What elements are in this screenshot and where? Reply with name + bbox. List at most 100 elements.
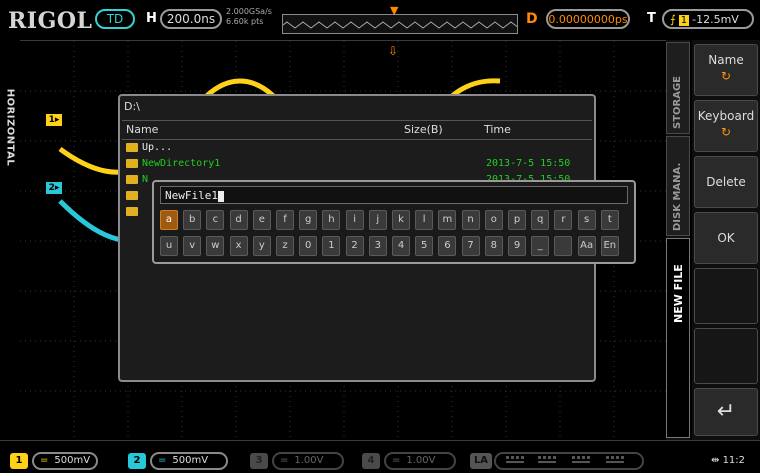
key-u[interactable]: u: [160, 236, 178, 256]
key-m[interactable]: m: [438, 210, 457, 230]
keyboard-softkey[interactable]: Keyboard ↻: [694, 100, 758, 152]
la-badge[interactable]: LA: [470, 453, 492, 469]
rotate-knob-icon: ↻: [720, 69, 732, 83]
key-blank[interactable]: [554, 236, 573, 256]
list-item[interactable]: NewDirectory1 2013-7-5 15:50: [126, 158, 592, 174]
key-j[interactable]: j: [368, 210, 387, 230]
tab-disk-manage[interactable]: DISK MANA.: [666, 136, 690, 236]
tab-disk-manage-label: DISK MANA.: [672, 162, 683, 231]
ch4-scale-value: 1.00V: [406, 455, 436, 466]
key-c[interactable]: c: [206, 210, 225, 230]
ch1-scale[interactable]: = 500mV: [32, 452, 98, 470]
overview-wave: [283, 21, 517, 29]
key-5[interactable]: 5: [415, 236, 434, 256]
key-s[interactable]: s: [577, 210, 596, 230]
horizontal-label: H: [146, 11, 157, 26]
key-v[interactable]: v: [183, 236, 202, 256]
trigger-label: T: [647, 11, 656, 26]
key-_[interactable]: _: [531, 236, 550, 256]
key-8[interactable]: 8: [484, 236, 503, 256]
delete-softkey[interactable]: Delete: [694, 156, 758, 208]
ch3-badge[interactable]: 3: [250, 453, 268, 469]
ch2-scale[interactable]: = 500mV: [150, 452, 228, 470]
ch1-scale-value: 500mV: [54, 455, 91, 466]
key-0[interactable]: 0: [299, 236, 318, 256]
tab-storage[interactable]: STORAGE: [666, 42, 690, 134]
ch2-coupling: =: [158, 455, 167, 466]
key-k[interactable]: k: [392, 210, 410, 230]
ch4-scale[interactable]: = 1.00V: [384, 452, 456, 470]
key-w[interactable]: w: [206, 236, 225, 256]
clock-value: 11:2: [722, 455, 746, 466]
key-3[interactable]: 3: [368, 236, 387, 256]
key-e[interactable]: e: [252, 210, 271, 230]
file-name: Up...: [142, 142, 173, 153]
key-4[interactable]: 4: [392, 236, 410, 256]
key-9[interactable]: 9: [508, 236, 526, 256]
key-f[interactable]: f: [276, 210, 294, 230]
key-q[interactable]: q: [531, 210, 550, 230]
key-7[interactable]: 7: [461, 236, 480, 256]
return-arrow-icon: ↵: [716, 399, 736, 424]
key-a[interactable]: a: [160, 210, 178, 230]
folder-up-icon: [126, 142, 138, 152]
key-g[interactable]: g: [299, 210, 318, 230]
list-item[interactable]: Up...: [126, 142, 592, 158]
keyboard-softkey-label: Keyboard: [697, 109, 755, 123]
memory-depth: 6.60k pts: [226, 17, 264, 26]
ch3-scale[interactable]: = 1.00V: [272, 452, 344, 470]
onscreen-keyboard: NewFile1 abcdefghijklmnopqrst uvwxyz01234…: [152, 180, 636, 264]
current-path: D:\: [124, 100, 140, 113]
key-t[interactable]: t: [600, 210, 619, 230]
waveform-overview: [282, 14, 518, 34]
key-n[interactable]: n: [461, 210, 480, 230]
horizontal-tab[interactable]: HORIZONTAL: [0, 40, 20, 440]
file-time: 2013-7-5 15:50: [486, 158, 571, 169]
key-2[interactable]: 2: [345, 236, 364, 256]
ch2-offset-marker[interactable]: 2▸: [46, 182, 62, 194]
filename-input[interactable]: NewFile1: [160, 186, 628, 204]
blank-softkey: [694, 268, 758, 324]
trigger-settings[interactable]: ⨍ 1 -12.5mV: [662, 9, 754, 29]
key-1[interactable]: 1: [322, 236, 341, 256]
key-o[interactable]: o: [484, 210, 503, 230]
key-z[interactable]: z: [276, 236, 294, 256]
tab-new-file-label: NEW FILE: [672, 264, 685, 323]
rotate-knob-icon: ↻: [720, 125, 732, 139]
key-6[interactable]: 6: [438, 236, 457, 256]
name-softkey[interactable]: Name ↻: [694, 44, 758, 96]
key-x[interactable]: x: [229, 236, 248, 256]
timebase-value[interactable]: 200.0ns: [160, 9, 222, 29]
tab-new-file[interactable]: NEW FILE: [666, 238, 690, 438]
key-b[interactable]: b: [183, 210, 202, 230]
ch2-badge[interactable]: 2: [128, 453, 146, 469]
column-name: Name: [126, 123, 159, 136]
ok-softkey[interactable]: OK: [694, 212, 758, 264]
la-bits: [506, 456, 624, 463]
status-bar: RIGOL TD H 200.0ns 2.000GSa/s 6.60k pts …: [0, 0, 760, 40]
key-aa[interactable]: Aa: [577, 236, 596, 256]
ch1-badge[interactable]: 1: [10, 453, 28, 469]
usb-status: ⇹ 11:2: [711, 455, 745, 466]
softkey-menu: Name ↻ Keyboard ↻ Delete OK ↵: [692, 40, 760, 440]
key-l[interactable]: l: [415, 210, 434, 230]
ch4-badge[interactable]: 4: [362, 453, 380, 469]
ch1-coupling: =: [40, 455, 49, 466]
run-mode-indicator[interactable]: TD: [95, 9, 135, 29]
rising-edge-icon: ⨍: [670, 13, 676, 26]
ch1-offset-marker[interactable]: 1▸: [46, 114, 62, 126]
trigger-point-icon: ⇩: [388, 44, 399, 58]
key-en[interactable]: En: [600, 236, 619, 256]
blank-softkey: [694, 328, 758, 384]
column-time: Time: [484, 123, 511, 136]
key-h[interactable]: h: [322, 210, 341, 230]
key-i[interactable]: i: [345, 210, 364, 230]
key-d[interactable]: d: [229, 210, 248, 230]
delay-value[interactable]: 0.00000000ps: [546, 9, 630, 29]
menu-tabs: STORAGE DISK MANA. NEW FILE: [666, 40, 690, 440]
key-y[interactable]: y: [252, 236, 271, 256]
return-button[interactable]: ↵: [694, 388, 758, 436]
key-p[interactable]: p: [508, 210, 526, 230]
la-channels[interactable]: [494, 452, 644, 470]
key-r[interactable]: r: [554, 210, 573, 230]
